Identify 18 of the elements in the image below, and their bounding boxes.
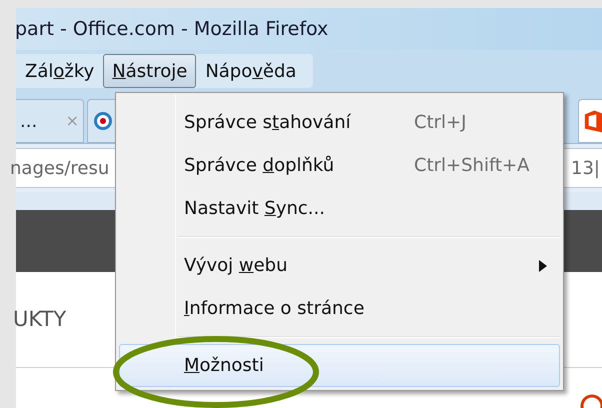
menu-bar-item[interactable]: Nástroje [103, 54, 196, 88]
menu-item[interactable]: Vývoj webu [119, 244, 560, 287]
address-text-end: 13| [571, 156, 600, 180]
office-logo-icon [583, 109, 602, 133]
browser-tab[interactable]: ... × [16, 99, 84, 143]
menu-item[interactable]: Možnosti [119, 344, 560, 387]
target-icon [94, 112, 112, 130]
menu-item[interactable]: Správce stahování Ctrl+J [119, 101, 560, 144]
window-title: part - Office.com - Mozilla Firefox [15, 16, 328, 42]
menu-bar-item[interactable]: Nápověda [196, 54, 306, 88]
menu-item[interactable]: Správce doplňků Ctrl+Shift+A [119, 144, 560, 187]
menu-item[interactable]: Informace o stránce [119, 287, 560, 330]
address-text: nages/resu [10, 156, 110, 180]
nav-link[interactable]: UKTY [13, 304, 66, 336]
menu-item[interactable]: Nastavit Sync... [119, 187, 560, 230]
ring-icon [578, 392, 602, 408]
submenu-arrow-icon [539, 260, 547, 272]
menu-bar-item[interactable]: Záložky [16, 54, 104, 88]
